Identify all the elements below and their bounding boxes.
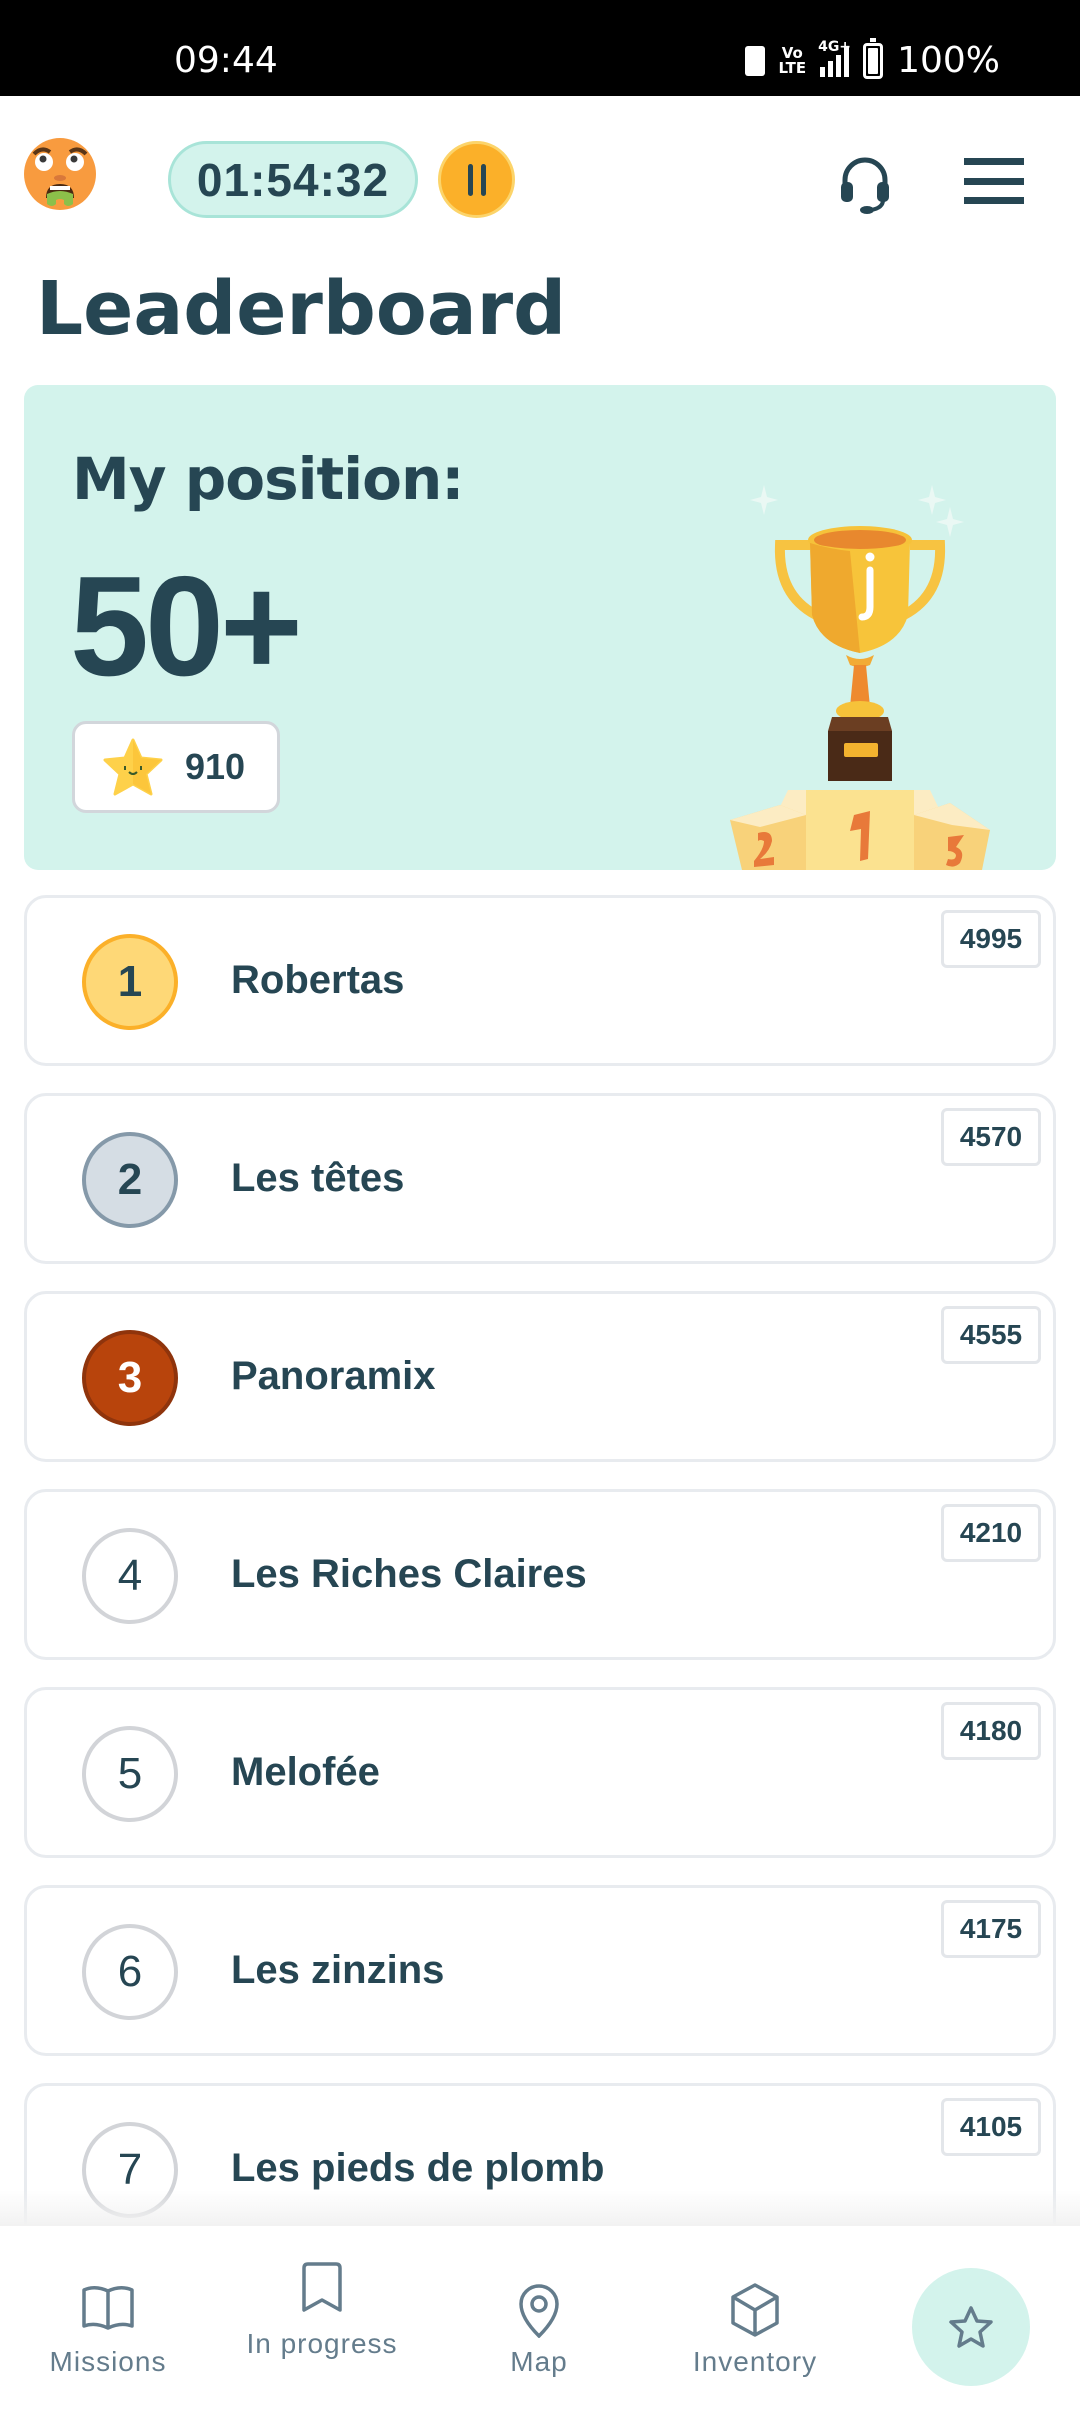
team-name: Les pieds de plomb [231, 2146, 605, 2190]
team-score: 4210 [941, 1504, 1041, 1562]
nav-leaderboard[interactable] [912, 2268, 1030, 2386]
leaderboard-row[interactable]: 5 Melofée 4180 [24, 1687, 1056, 1858]
rank-badge-gold: 1 [82, 934, 178, 1030]
star-icon [949, 2306, 993, 2348]
my-position-card: My position: 50+ 910 [24, 385, 1056, 870]
nav-in-progress[interactable]: In progress [222, 2226, 422, 2412]
vibrate-icon [744, 45, 765, 76]
my-position-label: My position: [72, 445, 464, 513]
battery-percent: 100% [897, 40, 1000, 81]
map-pin-icon [519, 2284, 559, 2338]
team-name: Les zinzins [231, 1948, 445, 1992]
rank-badge: 5 [82, 1726, 178, 1822]
nav-in-progress-label: In progress [246, 2328, 398, 2359]
network-type: 4G+ [818, 38, 852, 55]
my-points-value: 910 [185, 746, 246, 787]
my-position-value: 50+ [70, 547, 303, 706]
status-bar: 09:44 Vo LTE 4G+ 100% [0, 0, 1080, 96]
leaderboard-row[interactable]: 3 Panoramix 4555 [24, 1291, 1056, 1462]
team-score: 4555 [941, 1306, 1041, 1364]
team-score: 4995 [941, 910, 1041, 968]
team-score: 4180 [941, 1702, 1041, 1760]
hamburger-menu-icon [964, 158, 1024, 165]
bookmark-icon [302, 2262, 342, 2312]
leaderboard-row[interactable]: 2 Les têtes 4570 [24, 1093, 1056, 1264]
team-name: Robertas [231, 958, 405, 1002]
headset-icon [841, 157, 889, 214]
trophy-podium-illustration [730, 485, 990, 870]
leaderboard-row[interactable]: 6 Les zinzins 4175 [24, 1885, 1056, 2056]
leaderboard-row[interactable]: 4 Les Riches Claires 4210 [24, 1489, 1056, 1660]
status-time: 09:44 [174, 40, 278, 81]
bottom-nav: Missions In progress Map Inventory [0, 2226, 1080, 2412]
menu-button[interactable] [964, 158, 1028, 204]
nav-map[interactable]: Map [439, 2226, 639, 2412]
signal-icon: 4G+ [818, 39, 851, 77]
scroll-fade [0, 2190, 1080, 2226]
rank-badge-silver: 2 [82, 1132, 178, 1228]
book-open-icon [82, 2286, 134, 2330]
status-icons: Vo LTE 4G+ 100% [744, 37, 1000, 81]
rank-badge-bronze: 3 [82, 1330, 178, 1426]
nauseated-face-icon [24, 138, 96, 210]
avatar[interactable] [24, 138, 96, 210]
pause-button[interactable] [438, 141, 515, 218]
volte-icon: Vo LTE [778, 43, 807, 77]
team-score: 4175 [941, 1900, 1041, 1958]
team-score: 4105 [941, 2098, 1041, 2156]
page-title: Leaderboard [36, 266, 567, 352]
cube-icon [731, 2283, 779, 2337]
my-points-chip: 910 [72, 721, 280, 813]
team-name: Panoramix [231, 1354, 436, 1398]
nav-inventory[interactable]: Inventory [655, 2226, 855, 2412]
game-timer: 01:54:32 [168, 141, 418, 218]
team-name: Les Riches Claires [231, 1552, 587, 1596]
pause-icon [467, 163, 473, 196]
rank-badge: 4 [82, 1528, 178, 1624]
nav-missions[interactable]: Missions [8, 2226, 208, 2412]
nav-missions-label: Missions [49, 2346, 167, 2377]
nav-inventory-label: Inventory [692, 2346, 818, 2377]
team-name: Les têtes [231, 1156, 405, 1200]
battery-icon [863, 37, 884, 79]
support-button[interactable] [835, 150, 895, 220]
star-icon [103, 738, 163, 796]
rank-badge: 6 [82, 1924, 178, 2020]
nav-map-label: Map [510, 2346, 568, 2377]
team-score: 4570 [941, 1108, 1041, 1166]
leaderboard-row[interactable]: 1 Robertas 4995 [24, 895, 1056, 1066]
team-name: Melofée [231, 1750, 380, 1794]
